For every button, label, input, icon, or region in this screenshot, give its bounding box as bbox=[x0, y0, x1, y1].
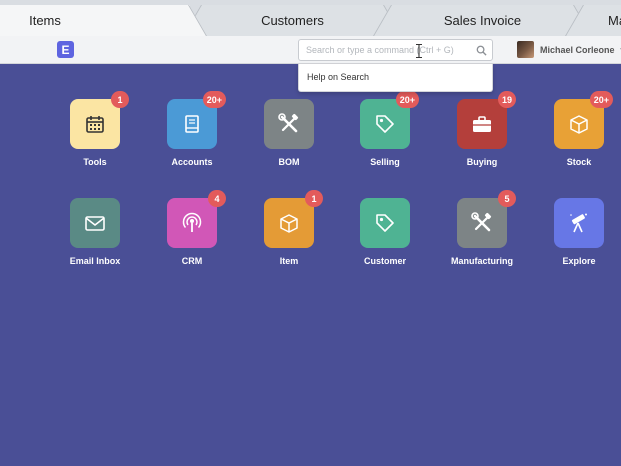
module-tile[interactable] bbox=[70, 198, 120, 248]
notification-badge: 19 bbox=[497, 91, 516, 108]
tools-icon bbox=[278, 113, 299, 133]
notification-badge: 1 bbox=[111, 91, 129, 108]
notification-badge: 1 bbox=[305, 190, 323, 207]
module-bom[interactable]: BOM bbox=[244, 99, 334, 167]
book-icon bbox=[185, 115, 199, 133]
tab-label: Customers bbox=[261, 13, 324, 28]
module-label: Manufacturing bbox=[451, 256, 513, 266]
module-tile[interactable] bbox=[264, 99, 314, 149]
browser-tab-strip: Items Customers Sales Invoice Ma bbox=[0, 0, 621, 36]
envelope-icon bbox=[85, 216, 105, 231]
module-tile[interactable]: 20+ bbox=[554, 91, 613, 149]
broadcast-icon bbox=[182, 212, 202, 232]
module-label: Stock bbox=[566, 157, 592, 167]
notification-badge: 4 bbox=[208, 190, 226, 207]
module-buying[interactable]: 19 Buying bbox=[437, 91, 527, 167]
tab-sales-invoice[interactable]: Sales Invoice bbox=[390, 5, 575, 36]
module-tile[interactable]: 4 bbox=[167, 190, 226, 248]
tab-label: Items bbox=[29, 13, 61, 28]
module-tools[interactable]: 1 Tools bbox=[50, 91, 140, 167]
module-tile[interactable]: 5 bbox=[457, 190, 516, 248]
search-box[interactable] bbox=[298, 39, 493, 61]
module-tile[interactable]: 20+ bbox=[360, 91, 419, 149]
module-manufacturing[interactable]: 5 Manufacturing bbox=[437, 190, 527, 266]
module-tile[interactable] bbox=[360, 198, 410, 248]
app-logo[interactable]: E bbox=[57, 41, 74, 58]
notification-badge: 20+ bbox=[202, 91, 226, 108]
navbar: E Michael Corleone ▾ bbox=[0, 36, 621, 64]
module-accounts[interactable]: 20+ Accounts bbox=[147, 91, 237, 167]
module-label: CRM bbox=[181, 256, 203, 266]
module-customer[interactable]: Customer bbox=[340, 198, 430, 266]
telescope-icon bbox=[570, 213, 587, 233]
user-menu[interactable]: Michael Corleone ▾ bbox=[517, 41, 621, 58]
module-item[interactable]: 1 Item bbox=[244, 190, 334, 266]
notification-badge: 5 bbox=[498, 190, 516, 207]
tab-label: Ma bbox=[608, 13, 621, 28]
module-stock[interactable]: 20+ Stock bbox=[534, 91, 621, 167]
user-name: Michael Corleone bbox=[540, 44, 615, 55]
tag-icon bbox=[376, 115, 394, 133]
tab-more[interactable]: Ma bbox=[582, 5, 621, 36]
tab-items[interactable]: Items bbox=[0, 5, 190, 36]
module-label: Customer bbox=[363, 256, 406, 266]
tag-icon bbox=[376, 214, 394, 232]
module-label: Explore bbox=[562, 256, 596, 266]
module-selling[interactable]: 20+ Selling bbox=[340, 91, 430, 167]
module-tile[interactable] bbox=[554, 198, 604, 248]
briefcase-icon bbox=[473, 116, 491, 132]
module-label: BOM bbox=[278, 157, 300, 167]
search-icon[interactable] bbox=[476, 45, 487, 56]
module-tile[interactable]: 1 bbox=[70, 91, 129, 149]
search-dropdown: Help on Search bbox=[298, 64, 493, 92]
module-label: Accounts bbox=[171, 157, 213, 167]
search-input[interactable] bbox=[299, 40, 469, 60]
avatar bbox=[517, 41, 534, 58]
tab-label: Sales Invoice bbox=[443, 13, 522, 28]
module-label: Email Inbox bbox=[69, 256, 121, 266]
module-tile[interactable]: 1 bbox=[264, 190, 323, 248]
notification-badge: 20+ bbox=[589, 91, 613, 108]
dropdown-item-help-on-search[interactable]: Help on Search bbox=[307, 72, 369, 82]
module-tile[interactable]: 20+ bbox=[167, 91, 226, 149]
module-label: Tools bbox=[83, 157, 107, 167]
module-email-inbox[interactable]: Email Inbox bbox=[50, 198, 140, 266]
box-icon bbox=[280, 214, 298, 233]
logo-letter: E bbox=[61, 42, 70, 57]
calendar-icon bbox=[86, 116, 104, 133]
notification-badge: 20+ bbox=[395, 91, 419, 108]
box-icon bbox=[570, 115, 588, 134]
module-explore[interactable]: Explore bbox=[534, 198, 621, 266]
text-cursor-icon bbox=[416, 44, 422, 58]
module-label: Selling bbox=[370, 157, 400, 167]
module-label: Buying bbox=[466, 157, 498, 167]
tab-customers[interactable]: Customers bbox=[200, 5, 385, 36]
tools-icon bbox=[471, 212, 492, 232]
module-crm[interactable]: 4 CRM bbox=[147, 190, 237, 266]
module-tile[interactable]: 19 bbox=[457, 91, 516, 149]
module-label: Item bbox=[279, 256, 299, 266]
